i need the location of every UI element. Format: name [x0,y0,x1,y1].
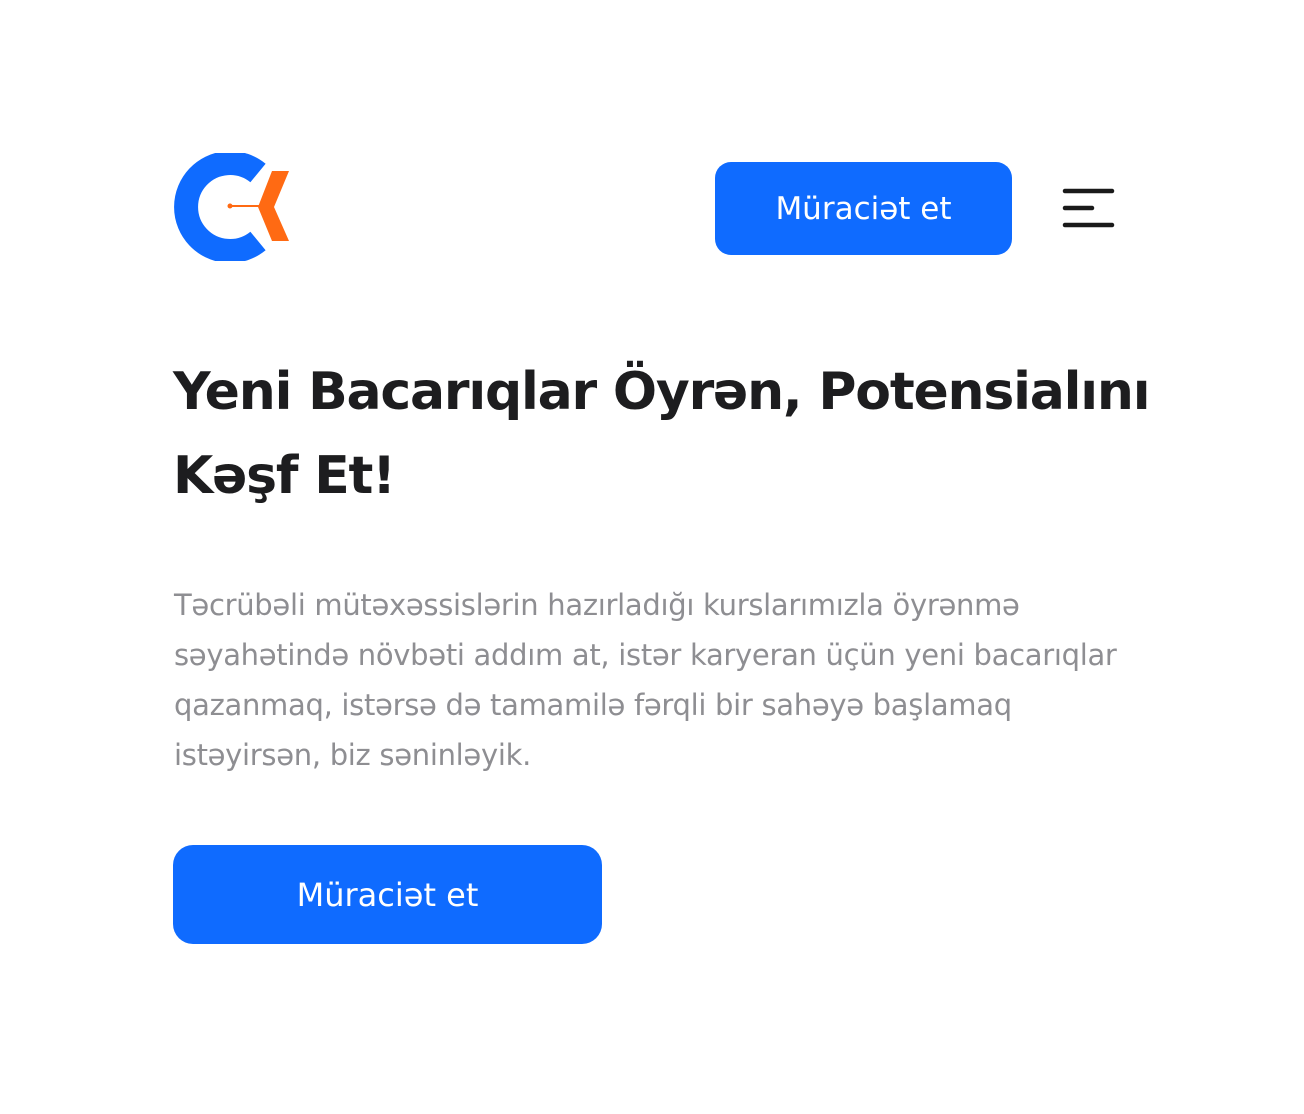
company-logo-icon [174,151,289,263]
hero-title: Yeni Bacarıqlar Öyrən, Potensialını Kəşf… [173,362,1151,506]
header-apply-button[interactable]: Müraciət et [715,162,1012,255]
company-logo[interactable] [172,151,292,263]
hero-apply-button[interactable]: Müraciət et [173,845,602,944]
hamburger-menu-icon [1062,188,1115,228]
hero-description: Təcrübəli mütəxəssislərin hazırladığı ku… [174,588,1117,772]
menu-button[interactable] [1060,182,1118,234]
